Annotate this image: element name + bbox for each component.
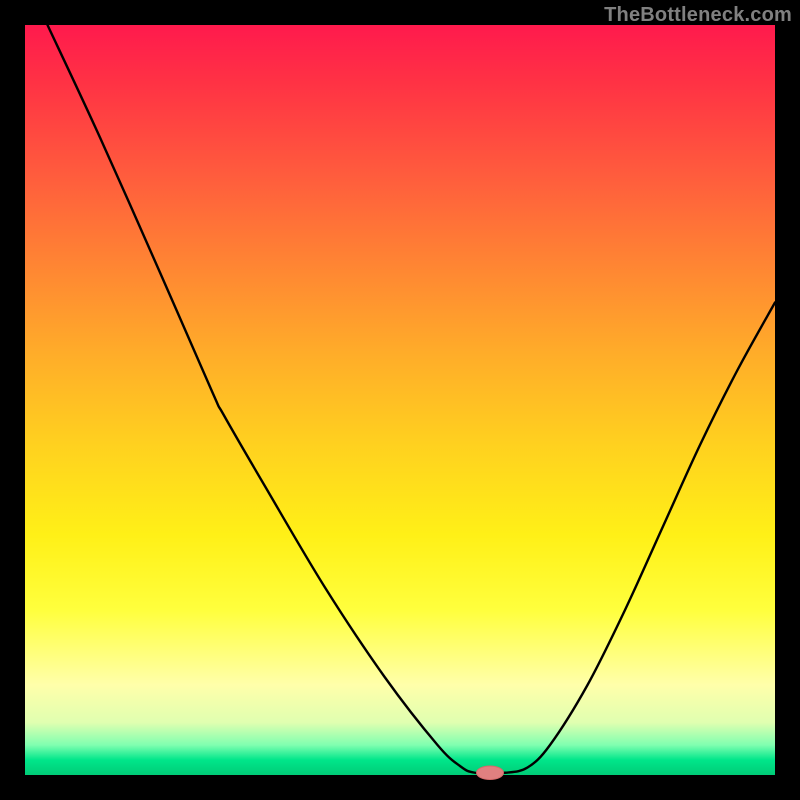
- chart-container: TheBottleneck.com: [0, 0, 800, 800]
- curve-layer: [25, 25, 775, 775]
- bottleneck-curve: [48, 25, 776, 774]
- watermark-text: TheBottleneck.com: [604, 4, 792, 27]
- minimum-marker: [477, 766, 504, 780]
